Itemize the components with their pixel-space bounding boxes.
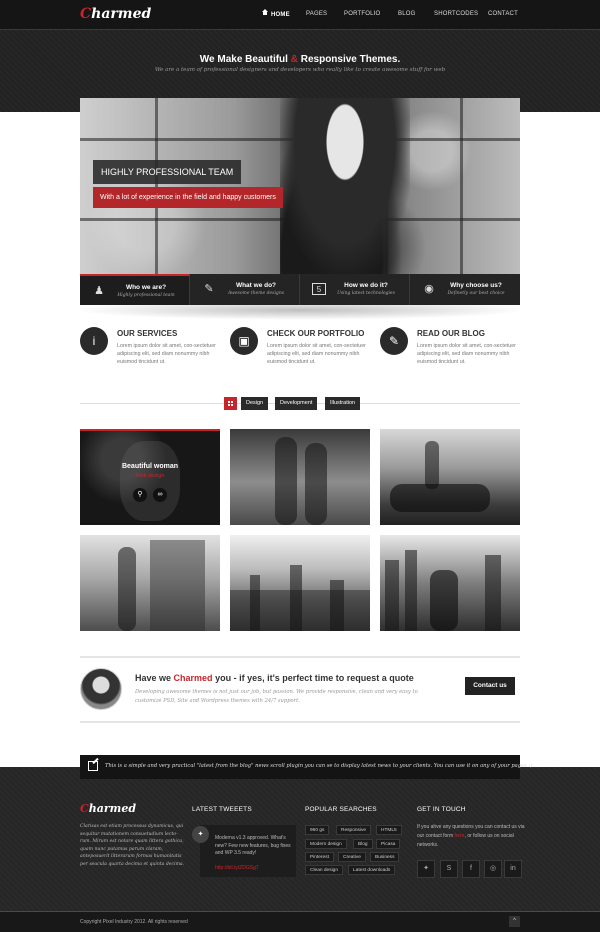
cta-text: Developing awesome themes is not just ou… (135, 689, 418, 704)
service-title[interactable]: READ OUR BLOG (417, 329, 485, 338)
service-text: Lorem ipsum dolor sit amet, con-sectetue… (417, 343, 516, 365)
slider-tab-why[interactable]: ◉ Why choose us? Definetly our best choi… (410, 274, 520, 305)
latest-tweets-heading: LATEST TWEEETS (192, 806, 252, 813)
divider (80, 656, 520, 658)
cta-title: Have we Charmed you - if yes, it's perfe… (135, 673, 414, 683)
twitter-icon[interactable]: ✦ (417, 860, 435, 878)
tab-title: Why choose us? (450, 282, 502, 289)
tag[interactable]: Latest downloads (348, 865, 396, 875)
info-icon: i (80, 327, 108, 355)
tweet-box: ✦ Moderna v1.3 approved. What's new? Few… (192, 825, 296, 877)
footer-about: Clarisas est etiam processus dynamicus, … (80, 824, 185, 867)
tag[interactable]: HTML5 (376, 825, 402, 835)
team-icon: ♟ (94, 285, 104, 297)
tag[interactable]: Picasa (376, 839, 401, 849)
slide-title: HIGHLY PROFESSIONAL TEAM (93, 160, 242, 184)
contact-form-link[interactable]: here (455, 833, 465, 839)
get-in-touch-heading: GET IN TOUCH (417, 806, 466, 813)
dribbble-icon[interactable]: ◎ (484, 860, 502, 878)
slide-subtitle: With a lot of experience in the field an… (93, 187, 283, 208)
tab-title: What we do? (235, 282, 277, 289)
nav-item-contact[interactable]: CONTACT (488, 11, 518, 17)
tab-title: How we do it? (344, 282, 388, 289)
filter-illustration[interactable]: Illustration (325, 397, 361, 410)
linkedin-icon[interactable]: in (504, 860, 522, 878)
tag[interactable]: Modern design (305, 839, 347, 849)
portfolio-item[interactable] (230, 429, 370, 525)
edit-icon (88, 761, 98, 771)
link-icon[interactable]: ∞ (153, 488, 167, 502)
copyright: Copyright Pixel Industry 2012. All right… (80, 919, 188, 925)
footer-logo[interactable]: Charmed (80, 802, 136, 815)
filter-design[interactable]: Design (241, 397, 269, 410)
slider-tab-who[interactable]: ♟ Who we are? Highly professional team (80, 274, 190, 305)
main-nav: HOME PAGES PORTFOLIO BLOG SHORTCODES CON… (0, 9, 600, 21)
tag[interactable]: Clean design (305, 865, 344, 875)
avatar (80, 668, 122, 710)
edit-icon: ✎ (380, 327, 408, 355)
back-to-top-button[interactable]: ^ (509, 916, 520, 927)
portfolio-item[interactable] (380, 535, 520, 631)
skype-icon[interactable]: S (440, 860, 458, 878)
portfolio-item-category[interactable]: Web design (80, 473, 220, 479)
service-text: Lorem ipsum dolor sit amet, con-sectetue… (267, 343, 366, 365)
service-block: i OUR SERVICES Lorem ipsum dolor sit ame… (80, 327, 230, 377)
slider-tab-how[interactable]: 5 How we do it? Using latest technologie… (300, 274, 410, 305)
intro-headline: We Make Beautiful & Responsive Themes. (199, 54, 401, 65)
filter-development[interactable]: Development (275, 397, 318, 410)
twitter-bird-icon: ✦ (192, 826, 209, 843)
hero-slider[interactable] (80, 98, 520, 274)
news-ticker: This is a simple and very practical "lat… (80, 755, 532, 779)
divider (80, 721, 520, 723)
service-title[interactable]: CHECK OUR PORTFOLIO (267, 329, 364, 338)
portfolio-item-title: Beautiful woman (121, 463, 178, 470)
tag[interactable]: Creative (338, 852, 366, 862)
tag[interactable]: 960 gs (305, 825, 330, 835)
tab-subtitle: Awesome theme designs (227, 291, 285, 296)
nav-item-blog[interactable]: BLOG (398, 11, 415, 17)
nav-item-home[interactable]: HOME (262, 9, 290, 18)
portfolio-item[interactable] (80, 535, 220, 631)
bottom-bar: Copyright Pixel Industry 2012. All right… (0, 911, 600, 932)
tab-subtitle: Definetly our best choice (447, 291, 505, 296)
nav-item-portfolio[interactable]: PORTFOLIO (344, 11, 380, 17)
nav-item-pages[interactable]: PAGES (306, 11, 327, 17)
hero-photo-woman (280, 98, 410, 274)
portfolio-item[interactable] (230, 535, 370, 631)
service-block: ▣ CHECK OUR PORTFOLIO Lorem ipsum dolor … (230, 327, 380, 377)
grid-all-icon[interactable] (224, 397, 237, 410)
image-icon: ▣ (230, 327, 258, 355)
home-icon (262, 9, 268, 16)
zoom-icon[interactable]: ⚲ (133, 488, 147, 502)
tab-subtitle: Highly professional team (117, 293, 175, 298)
tag[interactable]: Responsive (336, 825, 372, 835)
window-frame (155, 98, 158, 274)
service-title[interactable]: OUR SERVICES (117, 329, 177, 338)
facebook-icon[interactable]: f (462, 860, 480, 878)
nav-item-shortcodes[interactable]: SHORTCODES (434, 11, 478, 17)
top-navbar: Charmed HOME PAGES PORTFOLIO BLOG SHORTC… (0, 0, 600, 30)
tag[interactable]: Blog (353, 839, 373, 849)
portfolio-item[interactable] (380, 429, 520, 525)
tag[interactable]: Pinterest (305, 852, 334, 862)
ticker-text[interactable]: This is a simple and very practical "lat… (105, 763, 532, 769)
popular-searches-heading: POPULAR SEARCHES (305, 806, 377, 813)
globe-icon: ◉ (424, 283, 434, 295)
tweet-link[interactable]: http://bit.ly/ZDGSg7 (215, 865, 259, 871)
service-text: Lorem ipsum dolor sit amet, con-sectetue… (117, 343, 216, 365)
tag[interactable]: Business (370, 852, 400, 862)
html5-icon: 5 (312, 283, 326, 295)
portfolio-item[interactable]: Beautiful woman Web design ⚲ ∞ (80, 429, 220, 525)
contact-text: If you ahve any questions you can contac… (417, 824, 525, 848)
tab-title: Who we are? (125, 284, 167, 291)
contact-us-button[interactable]: Contact us (465, 677, 515, 695)
slider-tabs: ♟ Who we are? Highly professional team ✎… (80, 274, 520, 305)
window-frame (460, 98, 463, 274)
service-block: ✎ READ OUR BLOG Lorem ipsum dolor sit am… (380, 327, 530, 377)
intro-subline: We are a team of professional designers … (154, 67, 446, 73)
tab-subtitle: Using latest technologies (337, 291, 395, 296)
tweet-text: Moderna v1.3 approved. What's new? Few n… (215, 835, 291, 856)
design-icon: ✎ (204, 283, 214, 295)
slider-tab-what[interactable]: ✎ What we do? Awesome theme designs (190, 274, 300, 305)
